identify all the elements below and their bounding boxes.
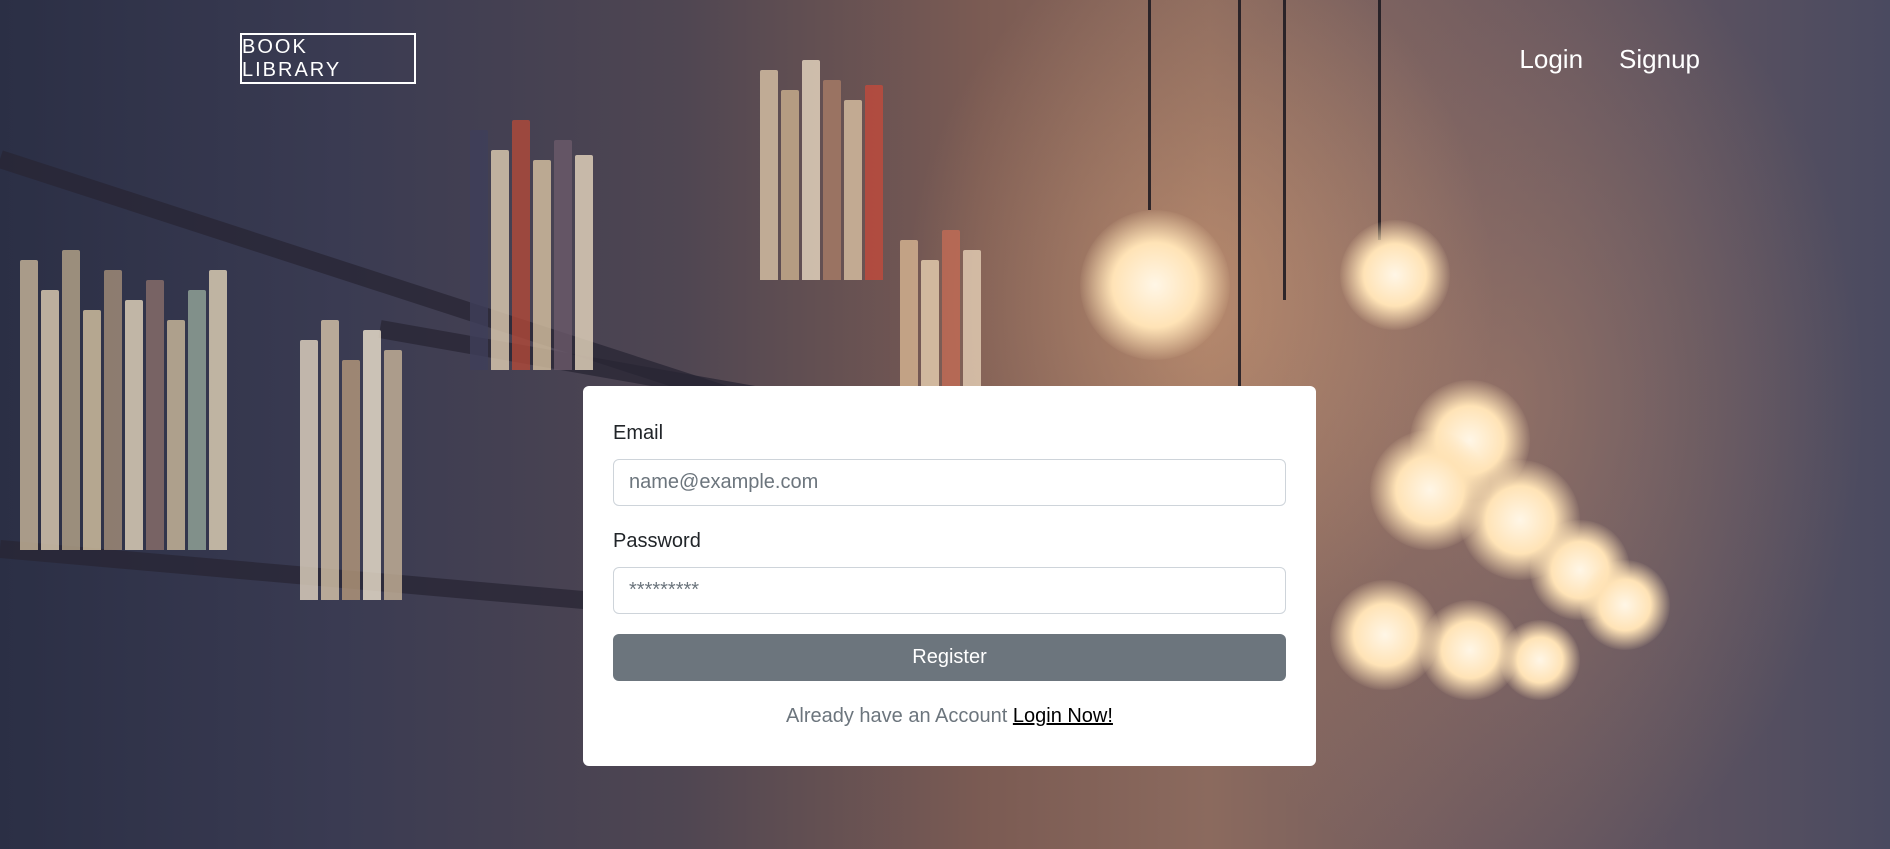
email-input[interactable]: [613, 459, 1286, 506]
wire: [1283, 0, 1286, 300]
email-label: Email: [613, 422, 664, 444]
light-bulb: [1500, 620, 1580, 700]
light-bulb: [1080, 210, 1230, 360]
login-prompt: Already have an Account Login Now!: [613, 705, 1286, 728]
nav-login-link[interactable]: Login: [1519, 44, 1583, 75]
page: BOOK LIBRARY Login Signup Email Password…: [0, 0, 1890, 849]
book-row: [20, 250, 227, 550]
password-input[interactable]: [613, 567, 1286, 614]
nav-signup-link[interactable]: Signup: [1619, 44, 1700, 75]
register-card: Email Password Register Already have an …: [583, 386, 1316, 766]
light-bulb: [1580, 560, 1670, 650]
login-now-link[interactable]: Login Now!: [1013, 705, 1113, 727]
book-row: [470, 110, 593, 370]
book-row: [300, 300, 402, 600]
light-bulb: [1340, 220, 1450, 330]
login-prompt-text: Already have an Account: [786, 705, 1008, 727]
top-nav: Login Signup: [1519, 44, 1700, 75]
wire: [1148, 0, 1151, 210]
register-button[interactable]: Register: [613, 634, 1286, 681]
wire: [1238, 0, 1241, 390]
wire: [1378, 0, 1381, 240]
book-row: [900, 220, 981, 400]
book-row: [760, 40, 883, 280]
password-label: Password: [613, 530, 701, 552]
brand-logo[interactable]: BOOK LIBRARY: [240, 33, 416, 84]
